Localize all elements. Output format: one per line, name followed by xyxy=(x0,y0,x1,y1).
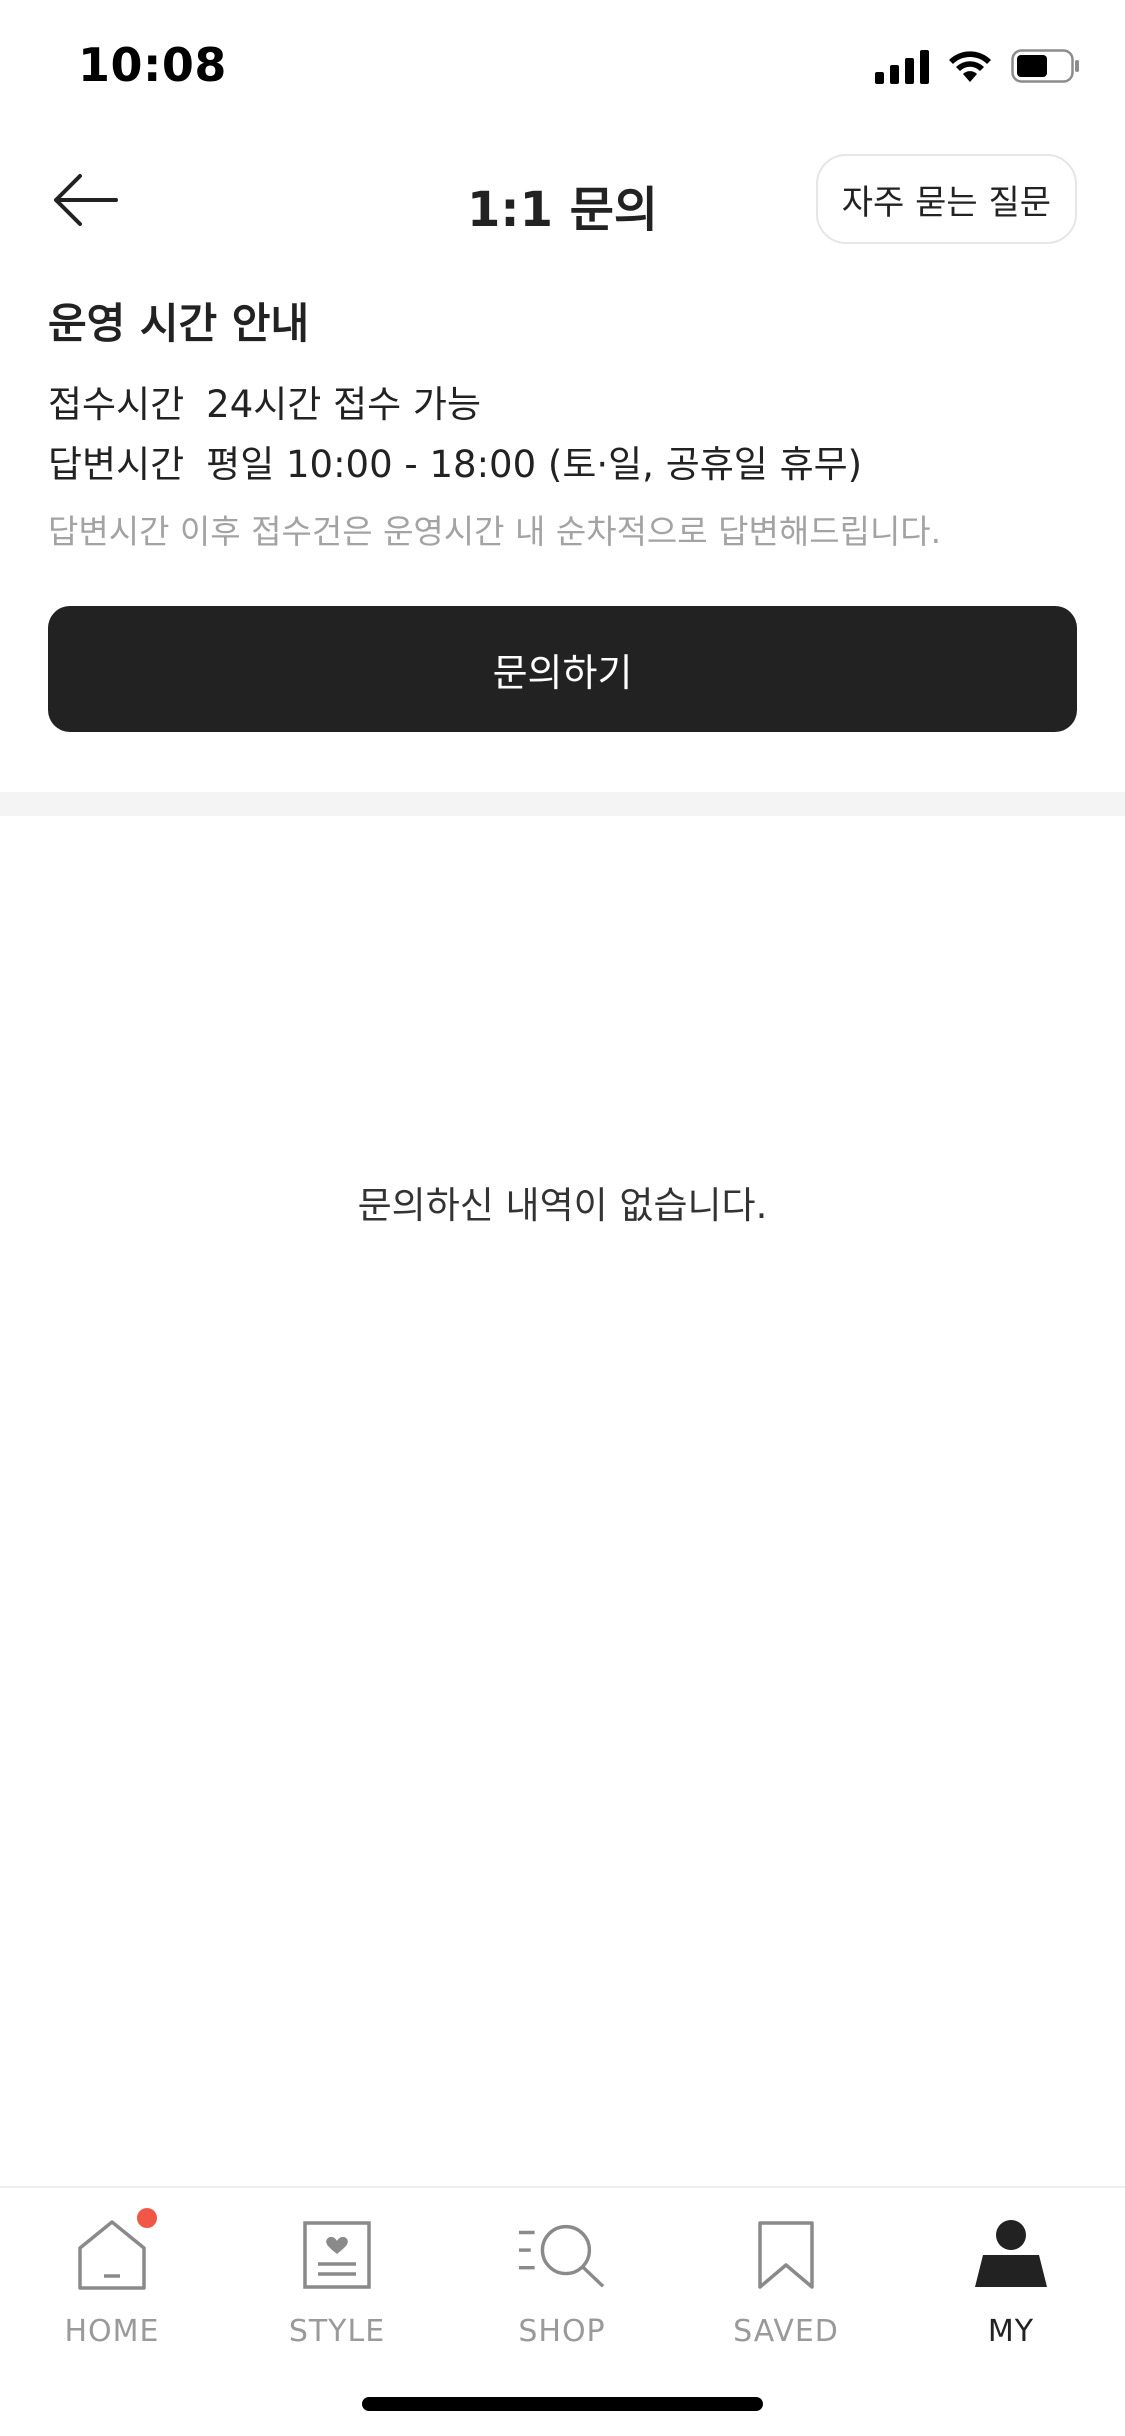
section-divider xyxy=(0,792,1125,816)
profile-icon xyxy=(966,2210,1056,2300)
wifi-icon xyxy=(947,49,993,83)
inquiry-screen: 10:08 1:1 문의 자주 묻는 질문 운영 시간 안내 접수시간 24시간… xyxy=(0,0,1125,2436)
answer-value: 평일 10:00 - 18:00 (토·일, 공휴일 휴무) xyxy=(206,443,863,486)
nav-label-saved: SAVED xyxy=(733,2314,839,2349)
home-indicator[interactable] xyxy=(362,2397,763,2411)
home-badge-dot xyxy=(137,2208,157,2228)
nav-label-shop: SHOP xyxy=(518,2314,606,2349)
reception-hours-row: 접수시간 24시간 접수 가능 xyxy=(48,375,1077,435)
nav-item-home[interactable]: HOME xyxy=(12,2208,212,2360)
battery-icon xyxy=(1011,49,1081,83)
nav-item-style[interactable]: STYLE xyxy=(237,2210,437,2360)
nav-label-home: HOME xyxy=(64,2314,160,2349)
nav-item-my[interactable]: MY xyxy=(911,2210,1111,2360)
style-icon xyxy=(292,2210,382,2300)
answer-note: 답변시간 이후 접수건은 운영시간 내 순차적으로 답변해드립니다. xyxy=(48,512,942,551)
status-bar: 10:08 xyxy=(0,0,1125,140)
inquiry-button[interactable]: 문의하기 xyxy=(48,606,1077,732)
operating-hours-info: 운영 시간 안내 접수시간 24시간 접수 가능 답변시간 평일 10:00 -… xyxy=(48,290,1077,557)
operating-hours-title: 운영 시간 안내 xyxy=(48,299,310,348)
header: 1:1 문의 자주 묻는 질문 xyxy=(0,140,1125,260)
nav-item-saved[interactable]: SAVED xyxy=(686,2210,886,2360)
answer-hours-row: 답변시간 평일 10:00 - 18:00 (토·일, 공휴일 휴무) xyxy=(48,435,1077,495)
nav-item-shop[interactable]: SHOP xyxy=(462,2210,662,2360)
shop-search-icon xyxy=(517,2210,607,2300)
nav-label-style: STYLE xyxy=(288,2314,386,2349)
cellular-signal-icon xyxy=(875,48,929,84)
status-time: 10:08 xyxy=(78,38,227,92)
nav-label-my: MY xyxy=(987,2314,1035,2349)
faq-button[interactable]: 자주 묻는 질문 xyxy=(815,154,1077,244)
reception-value: 24시간 접수 가능 xyxy=(206,383,482,426)
bookmark-icon xyxy=(741,2210,831,2300)
answer-label: 답변시간 xyxy=(48,443,185,486)
empty-inquiry-message: 문의하신 내역이 없습니다. xyxy=(357,1184,768,1227)
reception-label: 접수시간 xyxy=(48,383,185,426)
status-icons xyxy=(875,48,1081,84)
home-icon xyxy=(67,2208,157,2300)
